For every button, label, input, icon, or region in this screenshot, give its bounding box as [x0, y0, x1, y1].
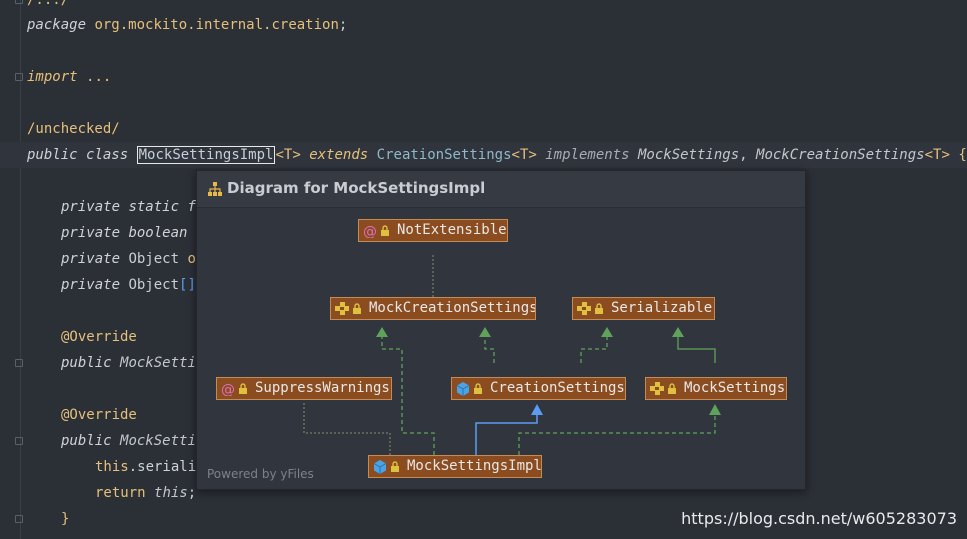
punctuation: ; [187, 485, 197, 501]
node-label: Serializable [611, 300, 713, 316]
code-line-field: private Object o [61, 249, 196, 269]
watermark-text: https://blog.csdn.net/w605283073 [681, 509, 957, 528]
node-label: SuppressWarnings [255, 380, 390, 396]
svg-text:@: @ [221, 382, 235, 396]
node-serializable[interactable]: Serializable [572, 297, 715, 320]
field-fragment: [] [179, 277, 196, 293]
punctuation: ; [338, 17, 348, 33]
class-icon [373, 460, 387, 474]
code-line-close: } [61, 509, 69, 529]
fold-marker[interactable] [15, 359, 23, 367]
code-line-field: private boolean [61, 223, 187, 243]
punctuation: , [739, 147, 748, 163]
keyword: this [154, 485, 188, 501]
keyword: public [61, 355, 112, 371]
node-label: MockSettingsImpl [407, 458, 542, 474]
node-mockcreationsettings[interactable]: MockCreationSettings [330, 297, 536, 320]
lock-icon [668, 383, 676, 394]
type-name: Object [128, 251, 180, 267]
lock-icon [595, 303, 603, 314]
node-label: NotExtensible [397, 222, 507, 238]
node-mocksettings[interactable]: MockSettings [645, 377, 787, 400]
code-line-method: public MockSetti [61, 353, 196, 373]
keyword: implements [545, 147, 630, 163]
class-name-selected[interactable]: MockSettingsImpl [136, 146, 276, 164]
statement: .seriali [128, 459, 197, 475]
keyword: extends [309, 147, 369, 163]
field-fragment: f [187, 199, 196, 215]
keyword: private [61, 225, 121, 241]
interface-name: MockSettings [637, 147, 740, 163]
annotation-icon: @ [221, 382, 235, 396]
keyword: private [61, 199, 121, 215]
keyword: public [27, 147, 78, 163]
code-line-class-decl: public class MockSettingsImpl <T> extends… [27, 145, 967, 165]
code-line-annotation: @Override [61, 327, 137, 347]
lock-icon [391, 461, 399, 472]
code-line-method: public MockSetti [61, 431, 196, 451]
lock-icon [239, 383, 247, 394]
code-line: /.../ [27, 0, 69, 10]
keyword: public [61, 433, 112, 449]
field-fragment: o [187, 251, 196, 267]
keyword: package [27, 17, 87, 33]
fold-marker[interactable] [15, 515, 23, 523]
keyword: boolean [128, 225, 188, 241]
import-collapsed[interactable]: ... [86, 69, 111, 85]
code-line-body: return this; [95, 483, 196, 503]
keyword: import [27, 69, 78, 85]
keyword: class [86, 147, 129, 163]
powered-by-label: Powered by yFiles [207, 467, 314, 481]
interface-icon [335, 302, 349, 315]
code-line-package: package org.mockito.internal.creation; [27, 15, 347, 35]
brace: { [958, 147, 967, 163]
package-name: org.mockito.internal.creation [94, 17, 339, 33]
node-creationsettings[interactable]: CreationSettings [451, 377, 626, 400]
annotation-icon: @ [363, 224, 377, 238]
brace: } [61, 511, 70, 527]
interface-name: MockCreationSettings [756, 147, 925, 163]
code-line-field: private Object[] [61, 275, 196, 295]
code-line-body: this.seriali [95, 457, 196, 477]
keyword: private [61, 251, 121, 267]
lock-icon [381, 225, 389, 236]
generic-param: <T> [924, 147, 950, 163]
keyword: return [95, 485, 146, 501]
code-line-field: private static f [61, 197, 196, 217]
svg-text:@: @ [363, 224, 377, 238]
node-label: CreationSettings [490, 380, 625, 396]
keyword: static [128, 199, 180, 215]
annotation: @Override [61, 329, 137, 345]
node-suppresswarnings[interactable]: @ SuppressWarnings [216, 377, 392, 400]
code-line-annotation: @Override [61, 405, 137, 425]
fold-marker[interactable] [15, 0, 23, 4]
lock-icon [474, 383, 482, 394]
comment-text: /.../ [27, 0, 70, 8]
generic-param: <T> [275, 147, 301, 163]
parent-class: CreationSettings [376, 147, 512, 163]
code-line-import: import ... [27, 67, 111, 87]
interface-icon [577, 302, 591, 315]
annotation: @Override [61, 407, 137, 423]
lock-icon [353, 303, 361, 314]
comment-text: /unchecked/ [27, 121, 120, 137]
fold-marker[interactable] [15, 73, 23, 81]
diagram-popup[interactable]: Diagram for MockSettingsImpl @ NotExtens… [196, 170, 806, 490]
type-name: Object [128, 277, 180, 293]
node-label: MockSettings [684, 380, 786, 396]
method-signature: MockSetti [120, 433, 196, 449]
node-mocksettingsimpl[interactable]: MockSettingsImpl [368, 455, 542, 478]
keyword: this [95, 459, 129, 475]
fold-marker[interactable] [15, 437, 23, 445]
interface-icon [650, 382, 664, 395]
node-notextensible[interactable]: @ NotExtensible [358, 219, 508, 242]
generic-param: <T> [511, 147, 537, 163]
code-line-comment: /unchecked/ [27, 119, 120, 139]
class-icon [456, 382, 470, 396]
node-label: MockCreationSettings [369, 300, 536, 316]
method-signature: MockSetti [120, 355, 196, 371]
keyword: private [61, 277, 121, 293]
